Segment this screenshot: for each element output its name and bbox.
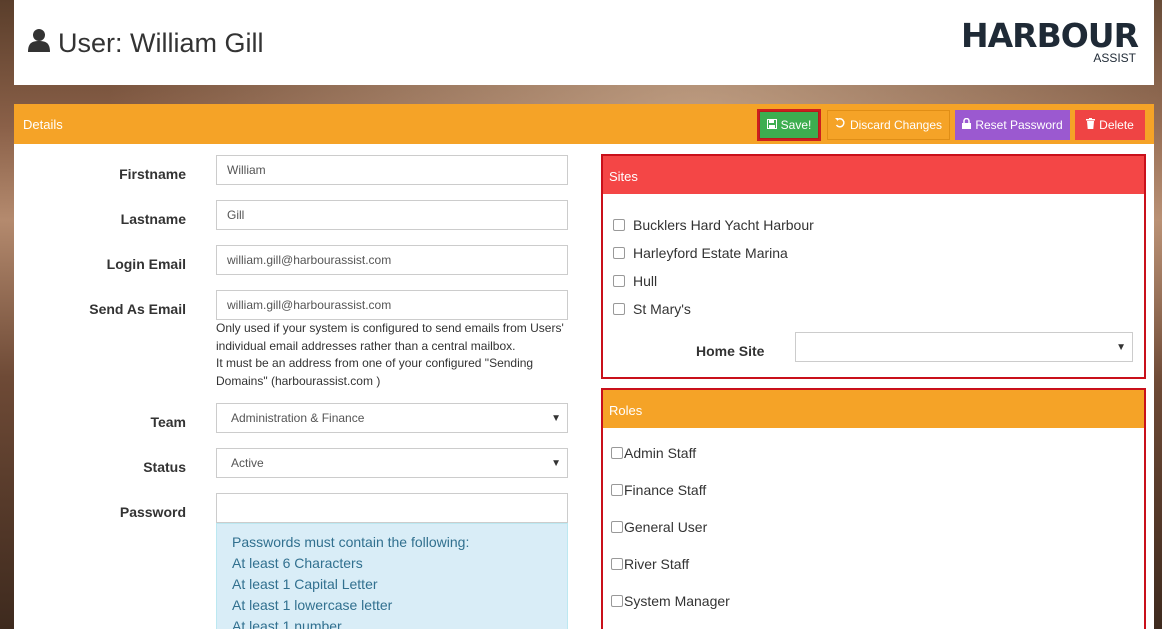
team-value: Administration & Finance xyxy=(231,411,365,425)
site-checkbox[interactable] xyxy=(613,247,625,259)
send-as-email-help-2: It must be an address from one of your c… xyxy=(216,356,534,388)
caret-down-icon: ▼ xyxy=(551,413,561,424)
page-header: User: William Gill HARBOUR ASSIST xyxy=(14,0,1154,85)
details-bar: Details Save! Discard Changes Reset Pass… xyxy=(14,104,1154,144)
site-item[interactable]: St Mary's xyxy=(613,301,691,317)
site-checkbox[interactable] xyxy=(613,219,625,231)
main-panel: Details Save! Discard Changes Reset Pass… xyxy=(14,104,1154,629)
status-value: Active xyxy=(231,456,264,470)
save-button[interactable]: Save! xyxy=(757,109,821,141)
role-item[interactable]: River Staff xyxy=(611,556,689,572)
site-label: Hull xyxy=(633,273,658,289)
role-checkbox[interactable] xyxy=(611,484,623,496)
site-checkbox[interactable] xyxy=(613,303,625,315)
role-item[interactable]: System Manager xyxy=(611,593,730,609)
home-site-label: Home Site xyxy=(696,343,765,359)
delete-label: Delete xyxy=(1099,118,1134,132)
caret-down-icon: ▼ xyxy=(1116,342,1126,353)
discard-changes-button[interactable]: Discard Changes xyxy=(827,110,950,140)
send-as-email-value: william.gill@harbourassist.com xyxy=(227,298,392,312)
password-input[interactable] xyxy=(216,493,568,523)
site-label: Bucklers Hard Yacht Harbour xyxy=(633,217,814,233)
password-rule: At least 1 number xyxy=(232,618,342,629)
login-email-label: Login Email xyxy=(106,256,186,272)
lastname-value: Gill xyxy=(227,208,245,222)
reset-password-button[interactable]: Reset Password xyxy=(955,110,1070,140)
site-item[interactable]: Bucklers Hard Yacht Harbour xyxy=(613,217,814,233)
sites-title: Sites xyxy=(609,169,638,184)
sites-panel: Sites Bucklers Hard Yacht Harbour Harley… xyxy=(601,154,1146,379)
undo-icon xyxy=(834,118,846,132)
reset-password-label: Reset Password xyxy=(975,118,1063,132)
trash-icon xyxy=(1086,118,1096,132)
lastname-input[interactable]: Gill xyxy=(216,200,568,230)
password-rule: At least 1 Capital Letter xyxy=(232,576,378,592)
site-item[interactable]: Hull xyxy=(613,273,657,289)
user-icon xyxy=(28,28,58,59)
password-rules-title: Passwords must contain the following: xyxy=(232,534,470,550)
delete-button[interactable]: Delete xyxy=(1075,110,1145,140)
role-checkbox[interactable] xyxy=(611,447,623,459)
send-as-email-help: Only used if your system is configured t… xyxy=(216,320,568,390)
roles-panel: Roles Admin Staff Finance Staff General … xyxy=(601,388,1146,629)
lastname-label: Lastname xyxy=(120,211,186,227)
roles-panel-header: Roles xyxy=(603,390,1144,428)
site-item[interactable]: Harleyford Estate Marina xyxy=(613,245,788,261)
role-item[interactable]: Finance Staff xyxy=(611,482,706,498)
role-label: River Staff xyxy=(624,556,690,572)
login-email-input[interactable]: william.gill@harbourassist.com xyxy=(216,245,568,275)
role-label: System Manager xyxy=(624,593,730,609)
site-checkbox[interactable] xyxy=(613,275,625,287)
role-checkbox[interactable] xyxy=(611,558,623,570)
firstname-value: William xyxy=(227,163,266,177)
role-checkbox[interactable] xyxy=(611,521,623,533)
site-label: Harleyford Estate Marina xyxy=(633,245,788,261)
roles-title: Roles xyxy=(609,403,643,418)
firstname-label: Firstname xyxy=(119,166,186,182)
caret-down-icon: ▼ xyxy=(551,458,561,469)
password-rule: At least 1 lowercase letter xyxy=(232,597,393,613)
page-title: User: William Gill xyxy=(28,28,264,59)
site-label: St Mary's xyxy=(633,301,691,317)
floppy-disk-icon xyxy=(766,118,777,132)
role-label: Admin Staff xyxy=(624,445,697,461)
team-select[interactable]: Administration & Finance ▼ xyxy=(216,403,568,433)
sites-panel-header: Sites xyxy=(603,156,1144,194)
password-rule: At least 6 Characters xyxy=(232,555,363,571)
status-label: Status xyxy=(143,459,186,475)
role-label: General User xyxy=(624,519,708,535)
status-select[interactable]: Active ▼ xyxy=(216,448,568,478)
send-as-email-label: Send As Email xyxy=(89,301,186,317)
role-item[interactable]: Admin Staff xyxy=(611,445,696,461)
save-button-label: Save! xyxy=(780,118,812,132)
role-label: Finance Staff xyxy=(624,482,707,498)
role-checkbox[interactable] xyxy=(611,595,623,607)
firstname-input[interactable]: William xyxy=(216,155,568,185)
login-email-value: william.gill@harbourassist.com xyxy=(227,253,392,267)
logo-main-text: HARBOUR xyxy=(961,16,1139,55)
password-rules-box: Passwords must contain the following: At… xyxy=(216,523,568,629)
password-label: Password xyxy=(119,504,186,520)
discard-changes-label: Discard Changes xyxy=(849,118,943,132)
team-label: Team xyxy=(150,414,186,430)
page-title-text: User: William Gill xyxy=(58,28,264,58)
harbour-assist-logo: HARBOUR ASSIST xyxy=(961,16,1139,68)
send-as-email-input[interactable]: william.gill@harbourassist.com xyxy=(216,290,568,320)
details-label: Details xyxy=(23,117,63,132)
role-item[interactable]: General User xyxy=(611,519,707,535)
send-as-email-help-1: Only used if your system is configured t… xyxy=(216,321,564,353)
lock-icon xyxy=(962,117,972,132)
home-site-select[interactable]: ▼ xyxy=(795,332,1133,362)
